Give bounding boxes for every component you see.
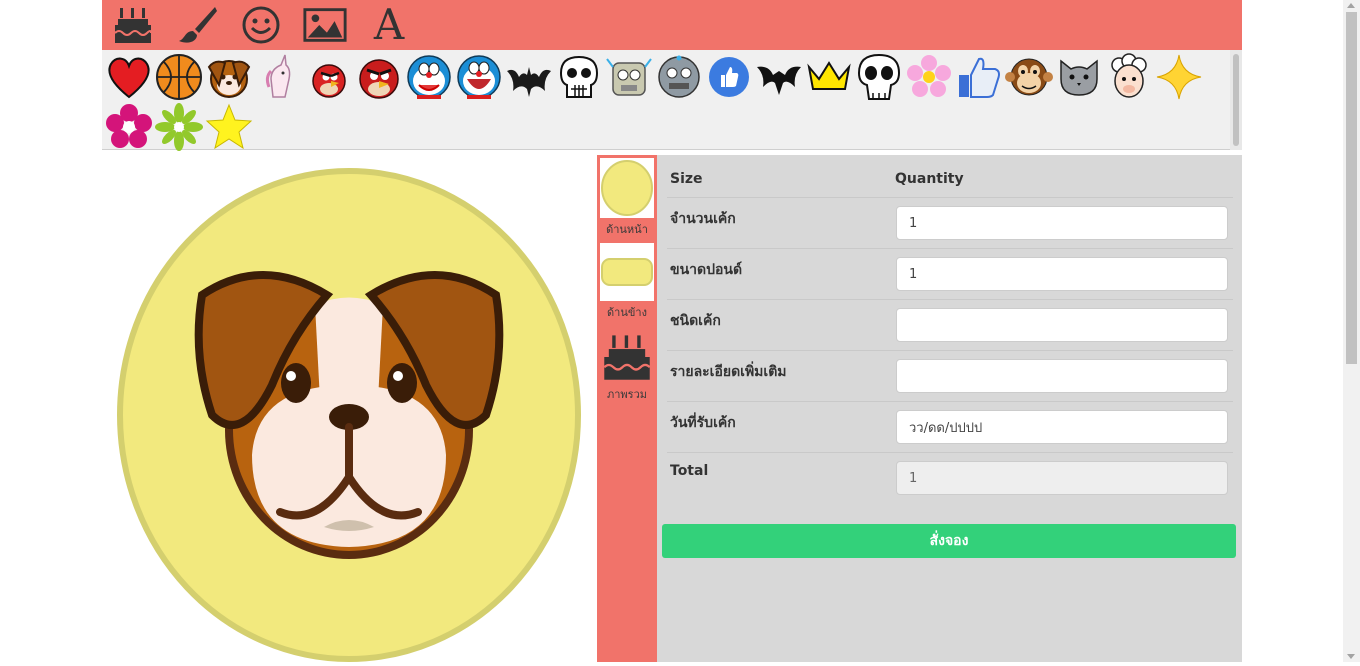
yellow-star-icon[interactable] [204,102,254,152]
dog-face-icon[interactable] [204,52,254,102]
image-icon[interactable] [302,2,348,48]
sheep-icon[interactable] [1104,52,1154,102]
green-flower-icon[interactable] [154,102,204,152]
pink-flower-icon[interactable] [904,52,954,102]
cake-count-label: จำนวนเค้ก [670,211,736,227]
pound-size-row: ขนาดปอนด์ 1 [667,248,1233,299]
angry-bird-red-icon[interactable] [304,52,354,102]
pickup-date-row: วันที่รับเค้ก วว/ดด/ปปปป [667,401,1233,452]
cake-designer-app: A ด้านหน้า ด้านข้าง ภาพรวม Size Quantity… [102,0,1242,662]
facebook-like-icon[interactable] [704,52,754,102]
size-header: Size [670,171,703,187]
scroll-up-arrow-icon[interactable] [1347,3,1355,8]
tool-toolbar: A [102,0,1242,50]
text-tool-glyph: A [373,0,405,49]
monkey-icon[interactable] [1004,52,1054,102]
sparkle-star-icon[interactable] [1154,52,1204,102]
robot-grey-icon[interactable] [654,52,704,102]
thumbs-up-icon[interactable] [954,52,1004,102]
bat-icon[interactable] [504,52,554,102]
doraemon-laugh-icon[interactable] [454,52,504,102]
robot-blue-icon[interactable] [604,52,654,102]
pickup-date-label: วันที่รับเค้ก [670,415,736,431]
cake-count-input[interactable]: 1 [896,206,1228,240]
cake-type-label: ชนิดเค้ก [670,313,721,329]
view-selector: ด้านหน้า ด้านข้าง ภาพรวม [597,155,657,662]
order-form: Size Quantity จำนวนเค้ก 1 ขนาดปอนด์ 1 ชน… [657,155,1242,662]
magenta-flower-icon[interactable] [104,102,154,152]
unicorn-icon[interactable] [254,52,304,102]
cake-count-row: จำนวนเค้ก 1 [667,197,1233,248]
basketball-icon[interactable] [154,52,204,102]
cat-icon[interactable] [1054,52,1104,102]
page-scroll-thumb[interactable] [1346,12,1357,364]
sticker-palette [102,50,1242,152]
order-submit-button[interactable]: สั่งจอง [662,524,1236,558]
cake-tool-icon[interactable] [110,2,156,48]
text-icon[interactable]: A [366,2,412,48]
brush-icon[interactable] [174,2,220,48]
cake-overview-icon [600,331,654,383]
details-row: รายละเอียดเพิ่มเติม [667,350,1233,401]
front-thumbnail [600,158,654,218]
side-thumbnail [600,243,654,301]
pound-size-label: ขนาดปอนด์ [670,262,743,278]
view-overview[interactable]: ภาพรวม [600,331,654,403]
details-input[interactable] [896,359,1228,393]
total-field: 1 [896,461,1228,495]
pound-size-input[interactable]: 1 [896,257,1228,291]
angry-bird-large-icon[interactable] [354,52,404,102]
smiley-icon[interactable] [238,2,284,48]
cake-type-input[interactable] [896,308,1228,342]
view-overview-label: ภาพรวม [606,388,647,401]
view-side-label: ด้านข้าง [607,306,647,319]
page-scrollbar[interactable] [1343,0,1360,662]
doraemon-icon[interactable] [404,52,454,102]
scroll-down-arrow-icon[interactable] [1347,654,1355,659]
cake-canvas[interactable] [102,155,597,662]
view-front[interactable]: ด้านหน้า [600,158,654,238]
skull-cartoon-icon[interactable] [554,52,604,102]
heart-icon[interactable] [104,52,154,102]
pickup-date-input[interactable]: วว/ดด/ปปปป [896,410,1228,444]
crown-icon[interactable] [804,52,854,102]
bat-black-icon[interactable] [754,52,804,102]
quantity-header: Quantity [895,171,964,187]
view-side[interactable]: ด้านข้าง [600,243,654,321]
total-label: Total [670,463,709,479]
cake-type-row: ชนิดเค้ก [667,299,1233,350]
total-row: Total 1 [667,452,1233,503]
skull-icon[interactable] [854,52,904,102]
view-front-label: ด้านหน้า [606,223,648,236]
sticker-scrollbar[interactable] [1230,50,1242,150]
details-label: รายละเอียดเพิ่มเติม [670,364,787,380]
